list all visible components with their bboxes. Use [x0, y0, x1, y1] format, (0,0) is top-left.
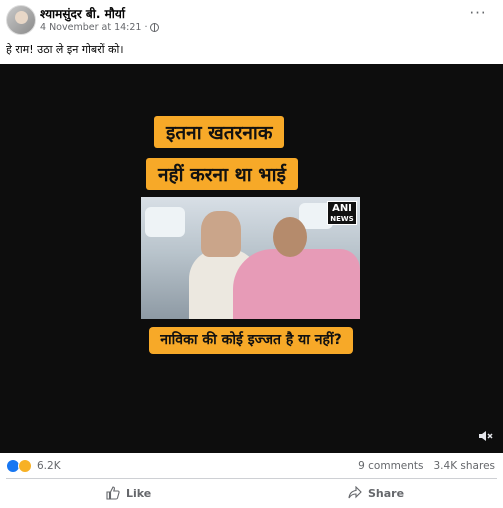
post-caption: हे राम! उठा ले इन गोबरों को।	[6, 43, 124, 56]
reaction-count: 6.2K	[37, 460, 61, 472]
video-player[interactable]: इतना खतरनाक नहीं करना था भाई ANI NEWS ना…	[0, 64, 503, 453]
volume-muted-icon[interactable]	[478, 428, 494, 442]
reactions-summary[interactable]: 6.2K	[6, 459, 61, 473]
person-figure	[273, 217, 307, 257]
ani-logo: ANI NEWS	[327, 201, 357, 225]
dot-separator: ·	[144, 22, 148, 33]
share-label: Share	[368, 486, 405, 500]
divider	[6, 478, 497, 479]
like-label: Like	[126, 486, 152, 500]
share-icon	[348, 486, 362, 499]
post-timestamp[interactable]: 4 November at 14:21	[40, 22, 141, 33]
person-figure	[201, 211, 241, 257]
haha-reaction-icon	[18, 459, 32, 473]
post-header: श्यामसुंदर बी. मौर्या 4 November at 14:2…	[0, 0, 503, 36]
video-title-line2: नहीं करना था भाई	[146, 158, 298, 190]
thumbs-up-icon	[106, 486, 120, 500]
comments-count[interactable]: 9 comments	[358, 460, 423, 472]
more-options-icon[interactable]: ···	[465, 6, 491, 24]
globe-icon	[150, 23, 160, 32]
engagement-stats: 9 comments 3.4K shares	[358, 460, 495, 472]
like-button[interactable]: Like	[106, 486, 151, 500]
post-meta: 4 November at 14:21 ·	[40, 22, 160, 33]
share-button[interactable]: Share	[348, 486, 404, 500]
person-figure	[233, 249, 360, 319]
author-name[interactable]: श्यामसुंदर बी. मौर्या	[40, 5, 125, 22]
video-frame: ANI NEWS	[141, 197, 360, 319]
ani-logo-text: ANI	[332, 203, 352, 214]
shares-count[interactable]: 3.4K shares	[434, 460, 496, 472]
video-question-overlay: नाविका की कोई इज्जत है या नहीं?	[149, 327, 353, 354]
video-title-line1: इतना खतरनाक	[154, 116, 285, 148]
helicopter-window	[145, 207, 185, 237]
author-avatar[interactable]	[6, 5, 36, 35]
ani-logo-subtext: NEWS	[330, 215, 354, 223]
